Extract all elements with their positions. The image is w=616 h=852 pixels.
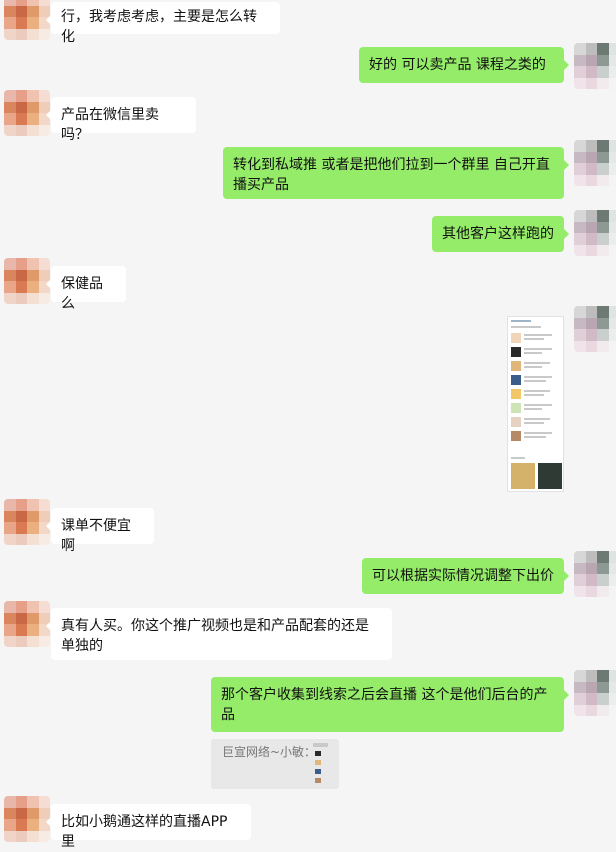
- message-bubble[interactable]: 行，我考虑考虑，主要是怎么转化: [46, 2, 280, 45]
- message-bubble[interactable]: 课单不便宜啊: [46, 508, 154, 554]
- contact-avatar[interactable]: [4, 796, 50, 842]
- message-bubble[interactable]: 可以根据实际情况调整下出价: [362, 558, 569, 594]
- quoted-image-thumbnail: [313, 743, 328, 783]
- message-bubble[interactable]: 好的 可以卖产品 课程之类的: [359, 47, 569, 83]
- message-bubble[interactable]: 真有人买。你这个推广视频也是和产品配套的还是单独的: [46, 608, 392, 660]
- quoted-reply[interactable]: 巨宣网络~小敏：: [211, 739, 339, 789]
- contact-avatar[interactable]: [4, 0, 50, 40]
- image-message[interactable]: [507, 316, 564, 492]
- my-avatar[interactable]: [574, 210, 616, 256]
- contact-avatar[interactable]: [4, 258, 50, 304]
- quoted-sender: 巨宣网络~小敏：: [222, 745, 317, 759]
- contact-avatar[interactable]: [4, 601, 50, 647]
- contact-avatar[interactable]: [4, 499, 50, 545]
- message-bubble[interactable]: 比如小鹅通这样的直播APP里: [46, 804, 251, 850]
- my-avatar[interactable]: [574, 551, 616, 597]
- message-bubble[interactable]: 那个客户收集到线索之后会直播 这个是他们后台的产品: [211, 677, 569, 732]
- message-bubble[interactable]: 保健品么: [46, 266, 126, 312]
- message-bubble[interactable]: 转化到私域推 或者是把他们拉到一个群里 自己开直播买产品: [223, 147, 569, 199]
- chat-message-list: 行，我考虑考虑，主要是怎么转化 好的 可以卖产品 课程之类的 产品在微信里卖吗？…: [0, 0, 616, 850]
- my-avatar[interactable]: [574, 670, 616, 716]
- message-bubble[interactable]: 产品在微信里卖吗？: [46, 97, 196, 143]
- my-avatar[interactable]: [574, 306, 616, 352]
- my-avatar[interactable]: [574, 43, 616, 89]
- contact-avatar[interactable]: [4, 90, 50, 136]
- message-bubble[interactable]: 其他客户这样跑的: [432, 216, 569, 252]
- my-avatar[interactable]: [574, 140, 616, 186]
